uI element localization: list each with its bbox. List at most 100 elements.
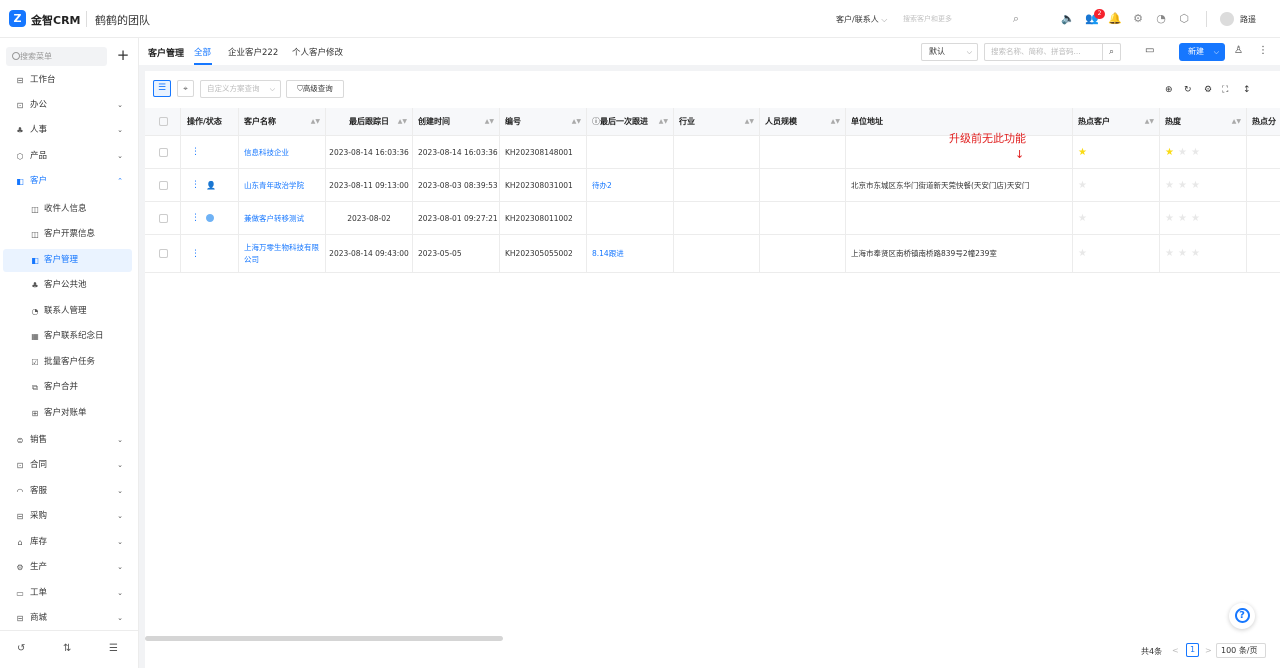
sidebar-item-statement[interactable]: ⊞ 客户对账单 <box>3 402 132 425</box>
map-pin-icon[interactable]: ⌖ <box>177 80 194 97</box>
table-row[interactable]: ⋮ 上海万零生物科技有限公司 2023-08-14 09:43:00 2023-… <box>145 235 1280 273</box>
table-row[interactable]: ⋮ 👤 山东青年政治学院 2023-08-11 09:13:00 2023-08-… <box>145 169 1280 202</box>
column-header-industry[interactable]: 行业 ▲▼ <box>674 108 760 136</box>
sort-icon[interactable]: ▲▼ <box>1232 108 1241 136</box>
customer-name-link[interactable]: 信息科技企业 <box>244 147 289 158</box>
sort-icon[interactable]: ▲▼ <box>485 108 494 136</box>
sidebar-item-office[interactable]: ⊡ 办公 ⌄ <box>3 94 132 117</box>
sidebar-item-production[interactable]: ⚙ 生产 ⌄ <box>3 556 132 579</box>
team-name[interactable]: 鹤鹤的团队 <box>95 12 150 28</box>
view-select[interactable]: 默认 ⌵ <box>921 43 978 61</box>
select-all-checkbox[interactable] <box>159 117 168 126</box>
more-actions-icon[interactable]: ⋮ <box>191 180 200 190</box>
sidebar-item-contract[interactable]: ⊡ 合同 ⌄ <box>3 454 132 477</box>
theme-icon[interactable]: ◔ <box>1154 13 1168 25</box>
search-icon[interactable]: ⌕ <box>1009 13 1023 25</box>
column-header-created[interactable]: 创建时间 ▲▼ <box>413 108 500 136</box>
sidebar-item-hr[interactable]: ♣ 人事 ⌄ <box>3 119 132 142</box>
cube-icon[interactable]: ⬡ <box>1177 13 1191 25</box>
monitor-icon[interactable]: ▭ <box>1145 45 1154 56</box>
sort-icon[interactable]: ▲▼ <box>659 108 668 136</box>
new-button[interactable]: 新建 ⌵ <box>1179 43 1225 61</box>
star-icon[interactable]: ★ <box>1165 248 1174 259</box>
star-icon[interactable]: ★ <box>1178 248 1187 259</box>
sidebar-item-workorder[interactable]: ▭ 工单 ⌄ <box>3 582 132 605</box>
user-name[interactable]: 路遥 <box>1240 14 1256 25</box>
table-row[interactable]: ⋮ 兼做客户转移测试 2023-08-02 2023-08-01 09:27:2… <box>145 202 1280 235</box>
add-menu-button[interactable]: + <box>113 47 133 66</box>
row-height-icon[interactable]: ↕ <box>1243 85 1251 95</box>
tab-all[interactable]: 全部 <box>194 46 211 58</box>
horizontal-scrollbar[interactable] <box>145 636 503 641</box>
more-actions-icon[interactable]: ⋮ <box>191 213 200 223</box>
star-icon[interactable]: ★ <box>1078 248 1087 259</box>
header-select-all[interactable] <box>145 108 181 136</box>
sidebar-item-purchase[interactable]: ⊟ 采购 ⌄ <box>3 505 132 528</box>
prev-page-icon[interactable]: < <box>1172 646 1179 655</box>
customer-search-input[interactable]: 搜索名称、简称、拼音码... <box>984 43 1103 61</box>
sort-icon[interactable]: ▲▼ <box>311 108 320 136</box>
followup-link[interactable]: 待办2 <box>592 180 612 191</box>
row-checkbox[interactable] <box>159 147 168 157</box>
column-header-last-track[interactable]: 最后跟踪日 ▲▼ <box>326 108 413 136</box>
column-header-heat[interactable]: 热度 ▲▼ <box>1160 108 1247 136</box>
star-icon[interactable]: ★ <box>1191 147 1200 158</box>
customer-name-link[interactable]: 山东青年政治学院 <box>244 180 304 191</box>
star-icon[interactable]: ★ <box>1178 147 1187 158</box>
page-number-button[interactable]: 1 <box>1186 643 1199 657</box>
sort-icon[interactable]: ▲▼ <box>398 108 407 136</box>
row-checkbox[interactable] <box>159 213 168 223</box>
refresh-icon[interactable]: ↻ <box>1184 85 1192 95</box>
speaker-icon[interactable]: 🔈 <box>1061 13 1075 25</box>
column-header-staff-size[interactable]: 人员规模 ▲▼ <box>760 108 846 136</box>
add-circle-icon[interactable]: ⊕ <box>1165 85 1173 95</box>
column-header-last-followup[interactable]: ⓘ最后一次跟进 ▲▼ <box>587 108 674 136</box>
collapse-menu-icon[interactable]: ☰ <box>109 643 118 654</box>
sort-icon[interactable]: ▲▼ <box>572 108 581 136</box>
bell-icon[interactable]: 🔔 <box>1108 13 1122 25</box>
star-icon[interactable]: ★ <box>1178 180 1187 191</box>
star-icon[interactable]: ★ <box>1165 213 1174 224</box>
next-page-icon[interactable]: > <box>1205 646 1212 655</box>
sort-icon[interactable]: ▲▼ <box>1145 108 1154 136</box>
gear-icon[interactable]: ⚙ <box>1131 13 1145 25</box>
advanced-query-button[interactable]: ⛉高级查询 <box>286 80 344 98</box>
column-header-code[interactable]: 编号 ▲▼ <box>500 108 587 136</box>
more-vertical-icon[interactable]: ⋮ <box>1258 45 1268 56</box>
more-actions-icon[interactable]: ⋮ <box>191 249 200 259</box>
customer-name-link[interactable]: 上海万零生物科技有限公司 <box>244 242 321 266</box>
history-icon[interactable]: ↺ <box>17 643 25 654</box>
tab-personal-customer[interactable]: 个人客户修改 <box>292 46 343 58</box>
sidebar-item-mall[interactable]: ⊟ 商城 ⌄ <box>3 607 132 630</box>
menu-search-input[interactable]: 搜索菜单 <box>6 47 107 66</box>
sidebar-item-recipient-info[interactable]: ◫ 收件人信息 <box>3 198 132 221</box>
sidebar-item-anniversary[interactable]: ▦ 客户联系纪念日 <box>3 325 132 348</box>
sidebar-item-product[interactable]: ⬡ 产品 ⌄ <box>3 145 132 168</box>
avatar[interactable] <box>1220 12 1234 26</box>
row-checkbox[interactable] <box>159 180 168 190</box>
sidebar-item-invoice-info[interactable]: ◫ 客户开票信息 <box>3 223 132 246</box>
table-row[interactable]: ⋮ 信息科技企业 2023-08-14 16:03:36 2023-08-14 … <box>145 136 1280 169</box>
star-icon[interactable]: ★ <box>1078 147 1087 158</box>
tab-enterprise-customer[interactable]: 企业客户222 <box>228 46 278 58</box>
sidebar-item-public-pool[interactable]: ♣ 客户公共池 <box>3 274 132 297</box>
fullscreen-icon[interactable]: ⛶ <box>1222 85 1228 95</box>
sidebar-item-customer-management[interactable]: ◧ 客户管理 <box>3 249 132 272</box>
sidebar-item-workbench[interactable]: ⊟ 工作台 <box>3 69 132 92</box>
settings-sliders-icon[interactable]: ⇅ <box>63 643 71 654</box>
star-icon[interactable]: ★ <box>1191 180 1200 191</box>
page-size-select[interactable]: 100 条/页 <box>1216 643 1266 658</box>
column-header-hot-score[interactable]: 热点分 <box>1247 108 1280 136</box>
column-settings-icon[interactable]: ⚙ <box>1204 85 1212 95</box>
star-icon[interactable]: ★ <box>1078 213 1087 224</box>
sidebar-item-customer[interactable]: ◧ 客户 ⌃ <box>3 170 132 193</box>
star-icon[interactable]: ★ <box>1191 213 1200 224</box>
more-actions-icon[interactable]: ⋮ <box>191 147 200 157</box>
sidebar-item-inventory[interactable]: ⌂ 库存 ⌄ <box>3 531 132 554</box>
star-icon[interactable]: ★ <box>1165 147 1174 158</box>
search-scope-select[interactable]: 客户/联系人 ⌵ <box>836 14 887 25</box>
sort-icon[interactable]: ▲▼ <box>831 108 840 136</box>
sidebar-item-merge[interactable]: ⧉ 客户合并 <box>3 376 132 399</box>
global-search-input[interactable]: 搜索客户和更多 <box>903 14 1023 24</box>
star-icon[interactable]: ★ <box>1078 180 1087 191</box>
